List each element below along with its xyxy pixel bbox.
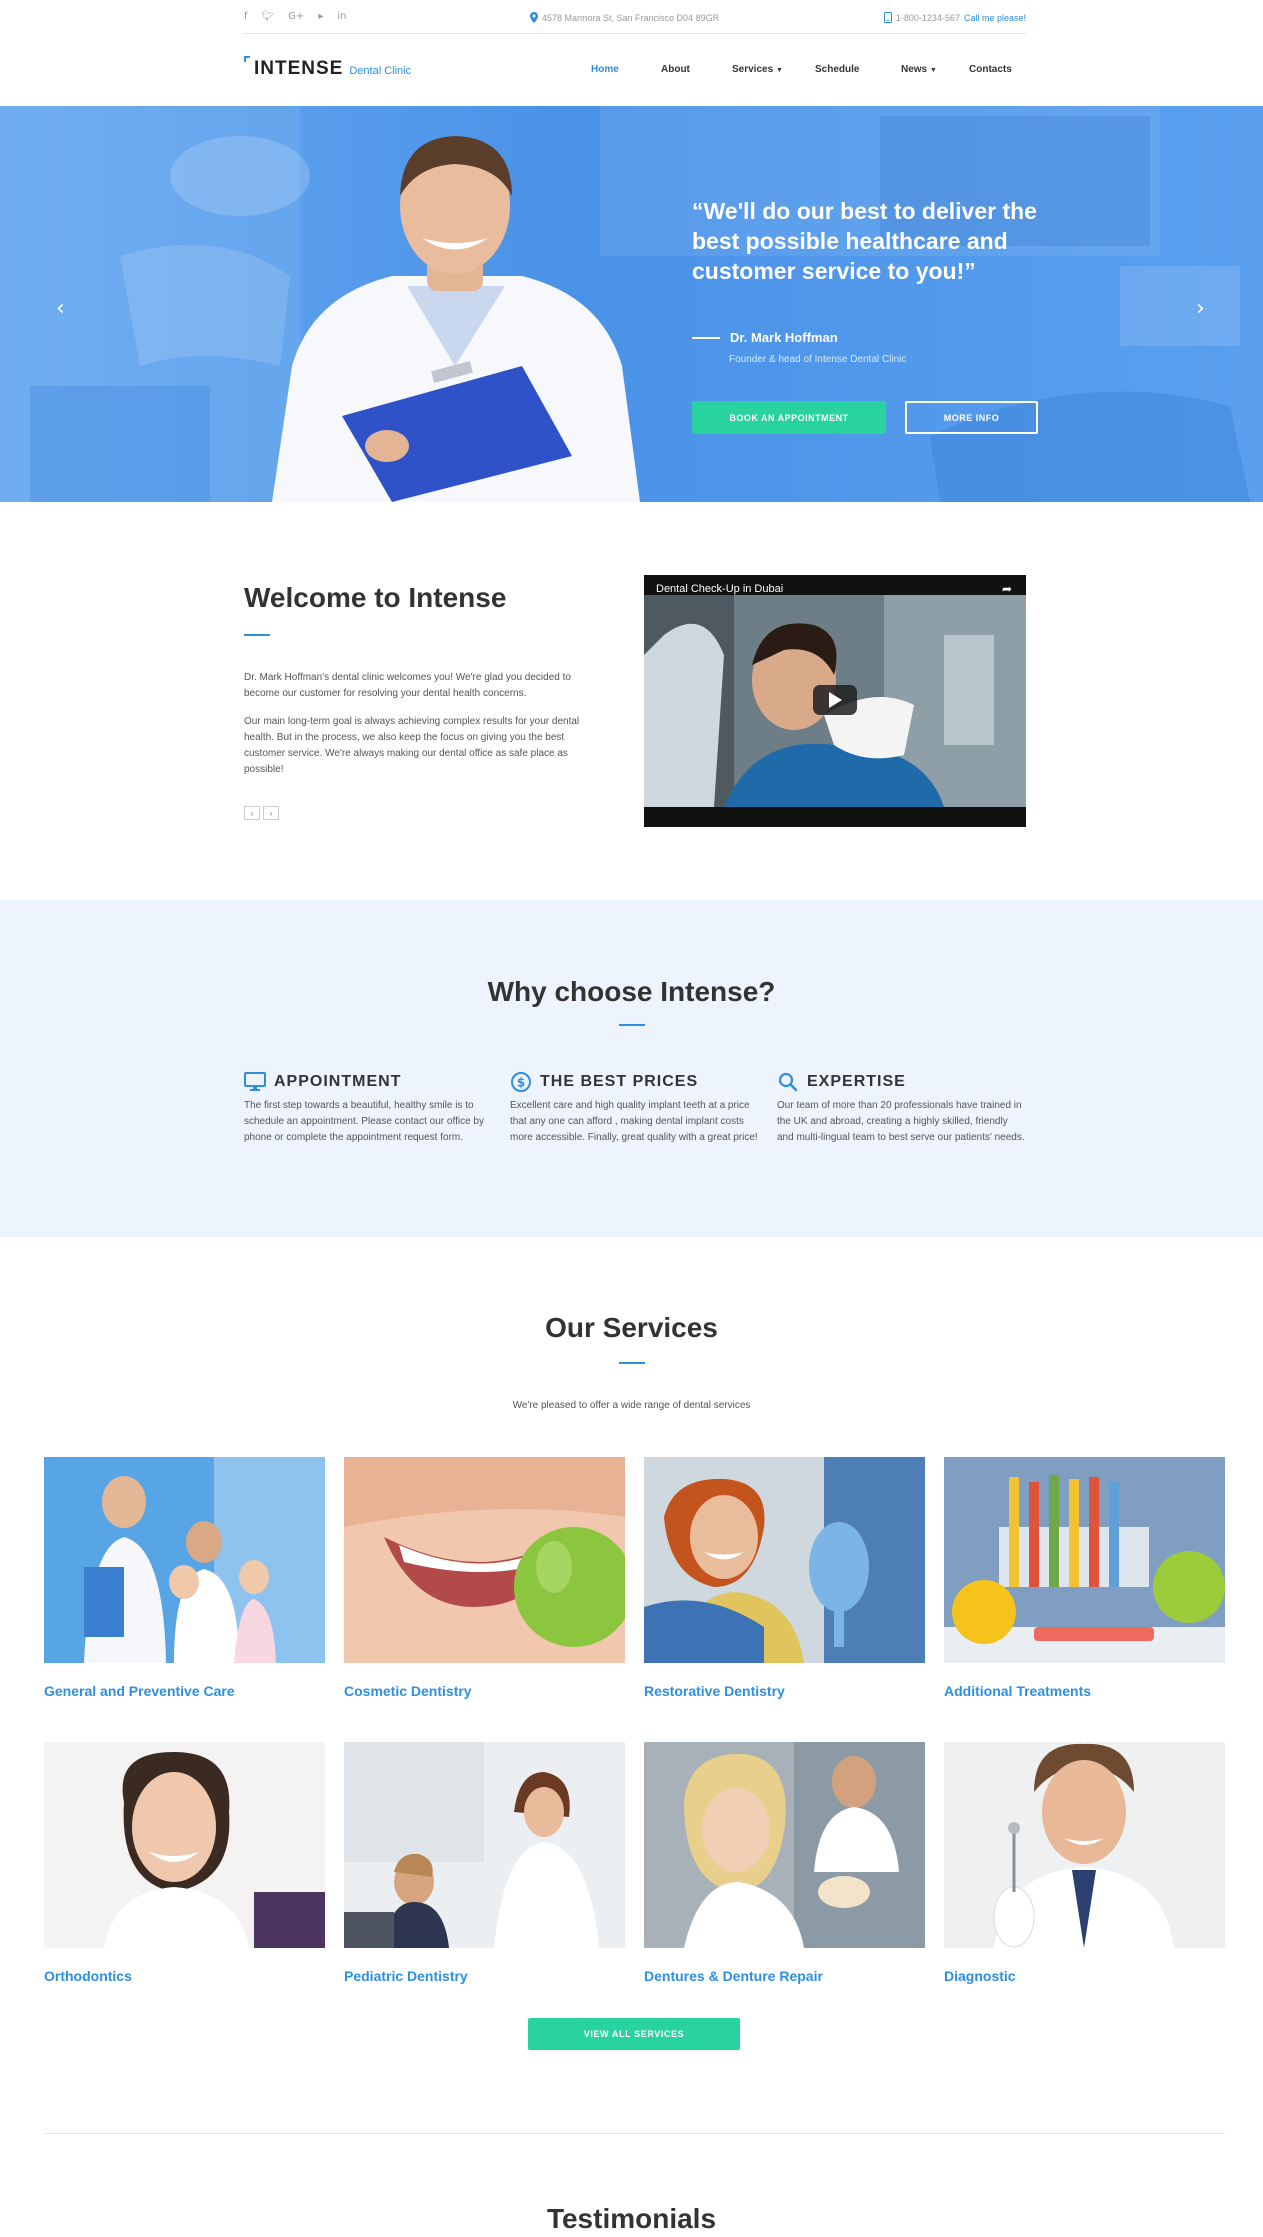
google-plus-icon[interactable]: G+ bbox=[288, 11, 304, 22]
feature-title: THE BEST PRICES bbox=[540, 1073, 699, 1090]
dollar-coin-icon: $ bbox=[511, 1072, 531, 1092]
book-appointment-button[interactable]: BOOK AN APPOINTMENT bbox=[692, 401, 886, 434]
welcome-pager: ‹ › bbox=[244, 806, 279, 820]
nav-about[interactable]: About bbox=[661, 64, 690, 75]
phone-number: 1-800-1234-567 bbox=[895, 12, 960, 23]
service-image-general bbox=[44, 1457, 325, 1663]
service-image-restorative bbox=[644, 1457, 925, 1663]
slider-prev-arrow[interactable]: ‹ bbox=[56, 296, 65, 321]
services-subtitle: We're pleased to offer a wide range of d… bbox=[512, 1400, 751, 1411]
slider-next-arrow[interactable]: › bbox=[1196, 296, 1205, 321]
service-card-restorative[interactable]: Restorative Dentistry bbox=[644, 1457, 925, 1699]
hero-slider: ‹ › “We'll do our best to deliver the be… bbox=[0, 106, 1263, 502]
service-card-general[interactable]: General and Preventive Care bbox=[44, 1457, 325, 1699]
nav-news-label: News bbox=[901, 64, 928, 75]
author-dash bbox=[692, 336, 720, 339]
phone-icon bbox=[883, 12, 892, 23]
logo-brand: INTENSE bbox=[254, 58, 344, 79]
feature-title: APPOINTMENT bbox=[274, 1073, 402, 1090]
service-label[interactable]: Diagnostic bbox=[944, 1968, 1225, 1984]
welcome-title: Welcome to Intense bbox=[244, 582, 507, 613]
nav-home[interactable]: Home bbox=[591, 64, 619, 75]
service-image-cosmetic bbox=[344, 1457, 625, 1663]
youtube-icon[interactable]: ▸ bbox=[318, 11, 323, 22]
hero-author: Dr. Mark Hoffman bbox=[692, 330, 838, 345]
feature-best-prices: $ THE BEST PRICES Excellent care and hig… bbox=[510, 1072, 760, 1146]
nav-contacts[interactable]: Contacts bbox=[969, 64, 1012, 75]
service-label[interactable]: Additional Treatments bbox=[944, 1683, 1225, 1699]
svg-text:$: $ bbox=[517, 1076, 525, 1090]
service-label[interactable]: Cosmetic Dentistry bbox=[344, 1683, 625, 1699]
service-image-pediatric bbox=[344, 1742, 625, 1948]
nav-services-label: Services bbox=[732, 64, 774, 75]
share-icon[interactable]: ➦ bbox=[1002, 582, 1012, 596]
service-label[interactable]: Orthodontics bbox=[44, 1968, 325, 1984]
video-player[interactable]: Dental Check-Up in Dubai ➦ bbox=[644, 575, 1026, 827]
service-card-diagnostic[interactable]: Diagnostic bbox=[944, 1742, 1225, 1984]
section-divider bbox=[44, 2133, 1225, 2134]
play-button[interactable] bbox=[813, 685, 857, 715]
linkedin-icon[interactable]: in bbox=[337, 11, 346, 22]
feature-text: Excellent care and high quality implant … bbox=[510, 1100, 758, 1143]
doctor-photo bbox=[272, 136, 640, 502]
address: 4578 Marmora St, San Francisco D04 89GR bbox=[530, 12, 719, 23]
service-image-diagnostic bbox=[944, 1742, 1225, 1948]
service-card-dentures[interactable]: Dentures & Denture Repair bbox=[644, 1742, 925, 1984]
service-image-orthodontics bbox=[44, 1742, 325, 1948]
service-label[interactable]: Pediatric Dentistry bbox=[344, 1968, 625, 1984]
hero-quote: “We'll do our best to deliver the best p… bbox=[692, 198, 1037, 284]
top-bar: f 🐦︎ G+ ▸ in 4578 Marmora St, San Franci… bbox=[244, 0, 1026, 34]
video-title[interactable]: Dental Check-Up in Dubai bbox=[656, 583, 783, 595]
service-image-dentures bbox=[644, 1742, 925, 1948]
twitter-icon[interactable]: 🐦︎ bbox=[262, 11, 275, 22]
chevron-down-icon: ▼ bbox=[775, 67, 783, 74]
why-choose-section: Why choose Intense? APPOINTMENT The firs… bbox=[0, 900, 1263, 1237]
view-all-services-button[interactable]: VIEW ALL SERVICES bbox=[528, 2018, 740, 2050]
services-title-underline bbox=[619, 1362, 645, 1364]
feature-text: Our team of more than 20 professionals h… bbox=[777, 1100, 1025, 1143]
author-name: Dr. Mark Hoffman bbox=[730, 330, 838, 345]
nav-news[interactable]: News ▼ bbox=[901, 64, 937, 75]
testimonials-title: Testimonials bbox=[546, 2203, 717, 2234]
call-me-link[interactable]: Call me please! bbox=[964, 13, 1026, 23]
feature-text: The first step towards a beautiful, heal… bbox=[244, 1100, 484, 1143]
social-links: f 🐦︎ G+ ▸ in bbox=[244, 11, 347, 22]
magnifier-icon bbox=[778, 1072, 798, 1092]
why-title-underline bbox=[619, 1024, 645, 1026]
chevron-down-icon: ▼ bbox=[929, 67, 937, 74]
feature-title: EXPERTISE bbox=[807, 1073, 906, 1090]
author-role: Founder & head of Intense Dental Clinic bbox=[729, 354, 907, 365]
service-card-pediatric[interactable]: Pediatric Dentistry bbox=[344, 1742, 625, 1984]
service-image-additional bbox=[944, 1457, 1225, 1663]
service-card-orthodontics[interactable]: Orthodontics bbox=[44, 1742, 325, 1984]
pager-prev-button[interactable]: ‹ bbox=[244, 806, 260, 820]
nav-services[interactable]: Services ▼ bbox=[732, 64, 783, 75]
service-card-additional[interactable]: Additional Treatments bbox=[944, 1457, 1225, 1699]
services-title: Our Services bbox=[545, 1312, 718, 1343]
service-card-cosmetic[interactable]: Cosmetic Dentistry bbox=[344, 1457, 625, 1699]
nav-schedule[interactable]: Schedule bbox=[815, 64, 859, 75]
address-text: 4578 Marmora St, San Francisco D04 89GR bbox=[542, 12, 720, 23]
facebook-icon[interactable]: f bbox=[244, 11, 248, 22]
logo-subtitle: Dental Clinic bbox=[349, 65, 412, 77]
welcome-paragraph-1: Dr. Mark Hoffman's dental clinic welcome… bbox=[244, 672, 571, 699]
pager-next-button[interactable]: › bbox=[263, 806, 279, 820]
more-info-button[interactable]: MORE INFO bbox=[905, 401, 1038, 434]
play-icon bbox=[828, 692, 842, 708]
welcome-title-underline bbox=[244, 634, 270, 636]
main-nav: Home About Services ▼ Schedule News ▼ Co… bbox=[580, 64, 1026, 80]
why-title: Why choose Intense? bbox=[487, 976, 776, 1007]
service-label[interactable]: Restorative Dentistry bbox=[644, 1683, 925, 1699]
map-pin-icon bbox=[530, 12, 538, 23]
service-label[interactable]: Dentures & Denture Repair bbox=[644, 1968, 925, 1984]
service-label[interactable]: General and Preventive Care bbox=[44, 1683, 325, 1699]
welcome-paragraph-2: Our main long-term goal is always achiev… bbox=[244, 716, 580, 775]
feature-appointment: APPOINTMENT The first step towards a bea… bbox=[244, 1072, 494, 1146]
monitor-icon bbox=[244, 1072, 266, 1091]
logo-mark bbox=[244, 56, 250, 62]
phone: 1-800-1234-567 Call me please! bbox=[883, 12, 1026, 23]
feature-expertise: EXPERTISE Our team of more than 20 profe… bbox=[777, 1072, 1027, 1146]
logo[interactable]: INTENSE Dental Clinic bbox=[244, 56, 412, 80]
